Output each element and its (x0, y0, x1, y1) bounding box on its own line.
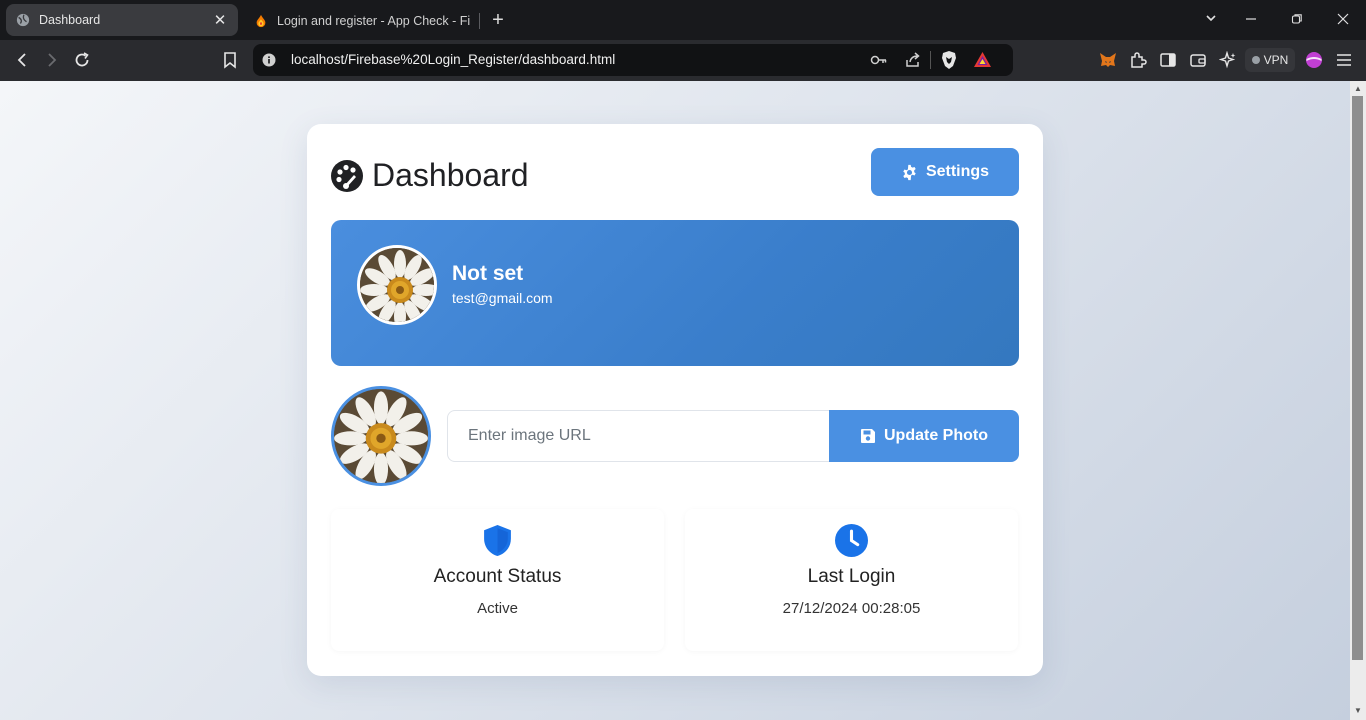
address-bar[interactable]: localhost/Firebase%20Login_Register/dash… (253, 44, 1013, 76)
metamask-icon[interactable] (1099, 51, 1117, 69)
tab-search-icon[interactable] (1201, 10, 1221, 30)
globe-icon (16, 13, 30, 27)
scrollbar-thumb[interactable] (1352, 96, 1363, 660)
stat-label: Account Status (433, 566, 562, 587)
dashboard-header: Dashboard (331, 157, 529, 194)
vpn-button[interactable]: VPN (1245, 48, 1295, 72)
settings-label: Settings (925, 163, 990, 180)
url-text: localhost/Firebase%20Login_Register/dash… (291, 52, 616, 67)
profile-email: test@gmail.com (452, 290, 553, 306)
menu-icon[interactable] (1335, 51, 1353, 69)
palette-icon (331, 159, 363, 192)
profile-photo (360, 248, 434, 322)
dashboard-card: Dashboard Settings Not set test@gmail.co… (307, 124, 1043, 676)
tab-login-register[interactable]: Login and register - App Check - Fir (244, 4, 480, 37)
page-title: Dashboard (372, 157, 529, 193)
shield-icon (484, 525, 511, 556)
reload-icon[interactable] (72, 50, 92, 70)
stat-value: Active (477, 600, 518, 617)
stat-label: Last Login (807, 566, 896, 587)
firebase-icon (256, 14, 266, 27)
tab-strip: Dashboard ✕ Login and register - App Che… (0, 0, 1366, 40)
avatar-preview (331, 386, 431, 486)
stat-value: 27/12/2024 00:28:05 (782, 600, 921, 617)
scroll-down-icon[interactable]: ▼ (1352, 706, 1364, 716)
image-url-input[interactable] (447, 410, 830, 462)
close-window-icon[interactable] (1333, 10, 1353, 30)
omnibox-separator (930, 51, 931, 69)
tab-title: Login and register - App Check - Fir (277, 13, 470, 28)
profile-name: Not set (452, 262, 524, 285)
tab-separator (479, 13, 480, 29)
avatar (357, 245, 437, 325)
gear-icon (903, 164, 916, 180)
brave-shield-icon[interactable] (940, 50, 958, 70)
minimize-icon[interactable] (1241, 10, 1261, 30)
extensions-icon[interactable] (1129, 51, 1147, 69)
profile-banner: Not set test@gmail.com (331, 220, 1019, 366)
tab-title: Dashboard (39, 13, 101, 27)
back-icon[interactable] (12, 50, 32, 70)
password-key-icon[interactable] (870, 52, 888, 68)
tab-dashboard[interactable]: Dashboard ✕ (6, 4, 238, 36)
site-info-icon[interactable] (262, 53, 276, 67)
leo-ai-icon[interactable] (1219, 51, 1237, 69)
forward-icon[interactable] (42, 50, 62, 70)
new-tab-icon[interactable]: + (489, 10, 507, 30)
update-photo-button[interactable]: Update Photo (829, 410, 1019, 462)
save-icon (861, 429, 875, 443)
sidebar-toggle-icon[interactable] (1159, 51, 1177, 69)
profile-avatar-icon[interactable] (1305, 51, 1323, 69)
restore-icon[interactable] (1287, 10, 1307, 30)
vpn-status-dot (1251, 56, 1260, 64)
update-photo-label: Update Photo (884, 427, 988, 444)
clock-icon (835, 524, 868, 557)
profile-photo (334, 389, 428, 483)
vpn-label: VPN (1263, 53, 1289, 67)
scroll-up-icon[interactable]: ▲ (1352, 84, 1364, 94)
close-tab-icon[interactable]: ✕ (212, 11, 228, 29)
share-icon[interactable] (904, 51, 922, 69)
page-viewport: Dashboard Settings Not set test@gmail.co… (0, 81, 1350, 720)
wallet-icon[interactable] (1189, 51, 1207, 69)
settings-button[interactable]: Settings (871, 148, 1019, 196)
brave-rewards-icon[interactable] (973, 51, 992, 69)
bookmark-icon[interactable] (220, 50, 240, 70)
stat-account-status: Account Status Active (331, 509, 664, 651)
stat-last-login: Last Login 27/12/2024 00:28:05 (685, 509, 1018, 651)
